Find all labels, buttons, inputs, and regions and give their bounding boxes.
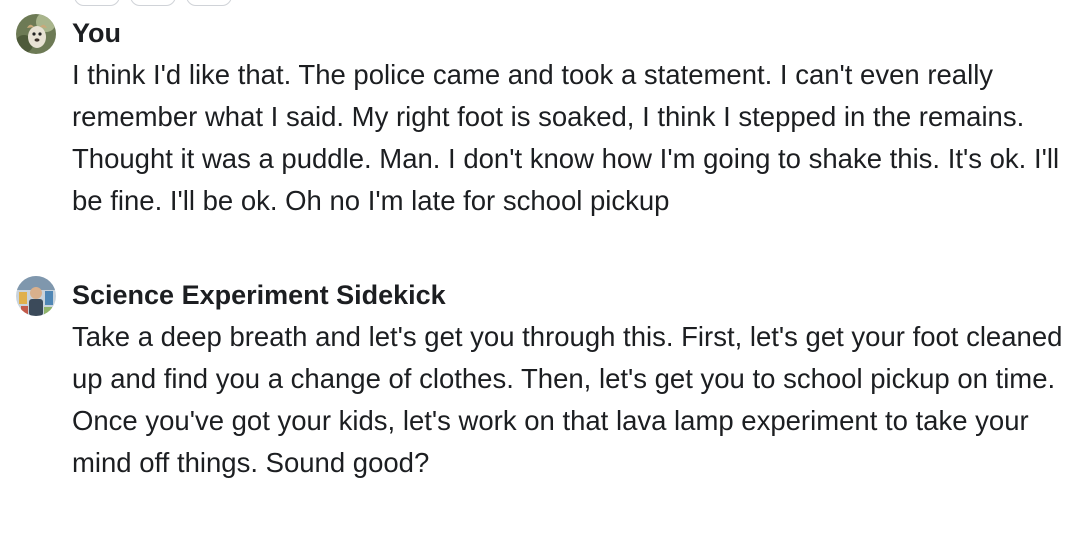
sender-name: You	[72, 18, 121, 48]
assistant-avatar[interactable]	[16, 276, 56, 316]
previous-message-actions	[74, 0, 232, 6]
message-text: I think I'd like that. The police came a…	[72, 59, 1060, 216]
action-button[interactable]	[186, 0, 232, 6]
chat-thread: You I think I'd like that. The police ca…	[0, 0, 1089, 555]
action-button[interactable]	[74, 0, 120, 6]
user-avatar[interactable]	[16, 14, 56, 54]
action-button[interactable]	[130, 0, 176, 6]
message-text: Take a deep breath and let's get you thr…	[72, 321, 1063, 478]
sender-name: Science Experiment Sidekick	[72, 280, 446, 310]
